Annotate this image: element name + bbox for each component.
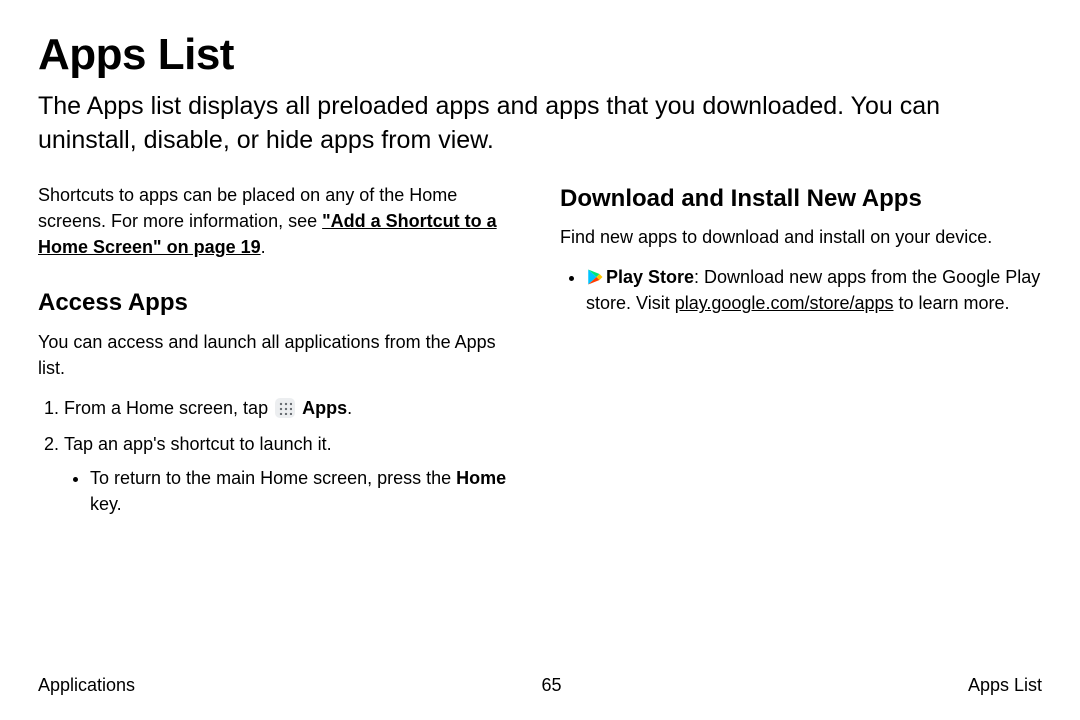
apps-grid-icon xyxy=(275,398,295,418)
step-2-sub-item: To return to the main Home screen, press… xyxy=(90,465,520,517)
step-2-text: Tap an app's shortcut to launch it. xyxy=(64,434,332,454)
play-store-link[interactable]: play.google.com/store/apps xyxy=(675,293,894,313)
shortcuts-paragraph: Shortcuts to apps can be placed on any o… xyxy=(38,182,520,260)
footer-left: Applications xyxy=(38,675,135,696)
page-footer: Applications 65 Apps List xyxy=(38,675,1042,696)
play-store-label: Play Store xyxy=(606,267,694,287)
step-1-bold: Apps xyxy=(302,398,347,418)
download-bullets: Play Store: Download new apps from the G… xyxy=(560,264,1042,316)
content-columns: Shortcuts to apps can be placed on any o… xyxy=(38,182,1042,528)
intro-paragraph: The Apps list displays all preloaded app… xyxy=(38,90,1042,158)
download-intro: Find new apps to download and install on… xyxy=(560,224,1042,250)
step-1: From a Home screen, tap Apps. xyxy=(64,395,520,421)
step-2: Tap an app's shortcut to launch it. To r… xyxy=(64,431,520,517)
footer-page-number: 65 xyxy=(541,675,561,696)
left-column: Shortcuts to apps can be placed on any o… xyxy=(38,182,520,528)
play-store-icon xyxy=(586,267,604,285)
access-apps-intro: You can access and launch all applicatio… xyxy=(38,329,520,381)
access-apps-steps: From a Home screen, tap Apps. Tap an app… xyxy=(38,395,520,517)
play-tail: to learn more. xyxy=(894,293,1010,313)
step-1-lead: From a Home screen, tap xyxy=(64,398,273,418)
shortcuts-tail: . xyxy=(261,237,266,257)
page-title: Apps List xyxy=(38,30,1042,80)
play-store-item: Play Store: Download new apps from the G… xyxy=(586,264,1042,316)
access-apps-heading: Access Apps xyxy=(38,286,520,321)
download-heading: Download and Install New Apps xyxy=(560,182,1042,217)
step-1-tail: . xyxy=(347,398,352,418)
sub-tail: key. xyxy=(90,494,122,514)
sub-lead: To return to the main Home screen, press… xyxy=(90,468,456,488)
step-2-sublist: To return to the main Home screen, press… xyxy=(64,465,520,517)
footer-right: Apps List xyxy=(968,675,1042,696)
right-column: Download and Install New Apps Find new a… xyxy=(560,182,1042,528)
sub-bold: Home xyxy=(456,468,506,488)
